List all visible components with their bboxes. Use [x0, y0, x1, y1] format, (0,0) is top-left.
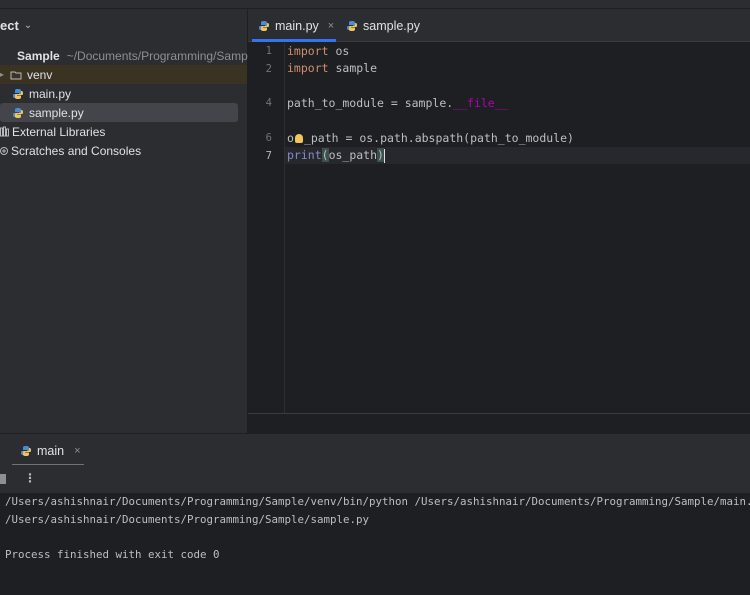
run-tab-main[interactable]: main ×: [12, 440, 89, 462]
code-editor[interactable]: 1 2 4 6 7 import os import sample path_t…: [248, 43, 750, 413]
dunder-token: __file__: [453, 96, 509, 110]
python-file-icon: [13, 107, 23, 118]
tree-item-label: main.py: [29, 86, 72, 101]
scratches-icon: [0, 146, 8, 155]
tree-item-label: venv: [27, 67, 53, 82]
tab-label: sample.py: [363, 18, 420, 33]
active-tab-indicator: [252, 39, 336, 42]
run-console-output[interactable]: /Users/ashishnair/Documents/Programming/…: [0, 493, 750, 595]
code-line-6: o _path = os.path.abspath(path_to_module): [287, 130, 574, 147]
line-number: 4: [265, 97, 272, 109]
code-text: os_path: [328, 148, 378, 162]
code-line-2: import sample: [287, 60, 377, 77]
stop-icon[interactable]: [0, 474, 6, 484]
python-file-icon: [347, 20, 357, 31]
folder-icon: [10, 71, 22, 79]
tree-item-sample-py[interactable]: sample.py: [0, 103, 238, 122]
console-line: /Users/ashishnair/Documents/Programming/…: [5, 513, 370, 526]
tab-main-py[interactable]: main.py ×: [258, 9, 334, 42]
bracket-highlight: ): [377, 148, 384, 162]
console-line: /Users/ashishnair/Documents/Programming/…: [5, 495, 750, 508]
code-text: path_to_module = sample.: [287, 96, 454, 110]
run-toolbar: ⋮: [0, 465, 750, 493]
line-number: 2: [265, 63, 272, 75]
code-text: sample: [328, 61, 378, 75]
line-number-gutter: 1 2 4 6 7: [248, 43, 285, 413]
python-file-icon: [259, 20, 269, 31]
project-view-title: ect: [0, 17, 19, 33]
tree-item-sample-root[interactable]: ▾ Sample ~/Documents/Programming/Sample: [0, 46, 257, 65]
python-file-icon: [13, 88, 23, 99]
tree-item-scratches[interactable]: Scratches and Consoles: [0, 141, 247, 160]
close-icon[interactable]: ×: [328, 20, 334, 32]
chevron-down-icon: ⌄: [23, 19, 33, 31]
tree-item-label: sample.py: [29, 105, 84, 120]
window-top-strip: [0, 0, 750, 9]
more-options-icon[interactable]: ⋮: [24, 471, 36, 485]
close-icon[interactable]: ×: [74, 445, 80, 457]
editor-tab-bar: main.py × sample.py: [248, 9, 750, 42]
tree-item-label: External Libraries: [12, 124, 106, 139]
libraries-icon: [0, 126, 9, 136]
tree-item-path: ~/Documents/Programming/Sample: [66, 48, 258, 63]
code-text: o: [287, 131, 294, 145]
tree-item-venv[interactable]: ▸ venv: [0, 65, 247, 84]
tree-item-main-py[interactable]: main.py: [0, 84, 247, 103]
tree-item-label: Scratches and Consoles: [11, 143, 142, 158]
run-tab-label: main: [37, 444, 65, 458]
chevron-right-icon[interactable]: ▸: [0, 70, 6, 79]
keyword-token: import: [287, 61, 329, 75]
line-number: 7: [265, 150, 272, 162]
folder-icon: [0, 50, 12, 62]
project-tool-window: ect ⌄ ▾ Sample ~/Documents/Programming/S…: [0, 9, 257, 433]
code-line-1: import os: [287, 43, 349, 60]
tree-item-label: Sample: [17, 48, 60, 63]
text-caret: [383, 148, 385, 163]
console-line: Process finished with exit code 0: [5, 548, 220, 561]
run-tool-window-header: main ×: [0, 433, 750, 467]
line-number: 6: [265, 132, 272, 144]
code-line-4: path_to_module = sample.__file__: [287, 95, 509, 112]
tab-sample-py[interactable]: sample.py: [346, 9, 420, 42]
code-text: _path = os.path.abspath(path_to_module): [303, 131, 574, 145]
code-line-7: print(os_path): [287, 147, 385, 164]
project-view-selector[interactable]: ect ⌄: [0, 15, 32, 35]
tab-label: main.py: [275, 18, 319, 33]
bracket-highlight: (: [321, 148, 329, 162]
tree-item-external-libraries[interactable]: External Libraries: [0, 122, 247, 141]
builtin-token: print: [287, 148, 322, 162]
lightbulb-icon[interactable]: [294, 134, 303, 143]
code-text: os: [328, 44, 350, 58]
editor-breadcrumb-bar: [248, 413, 750, 433]
keyword-token: import: [287, 44, 329, 58]
python-run-icon: [21, 446, 31, 456]
line-number: 1: [265, 45, 272, 57]
